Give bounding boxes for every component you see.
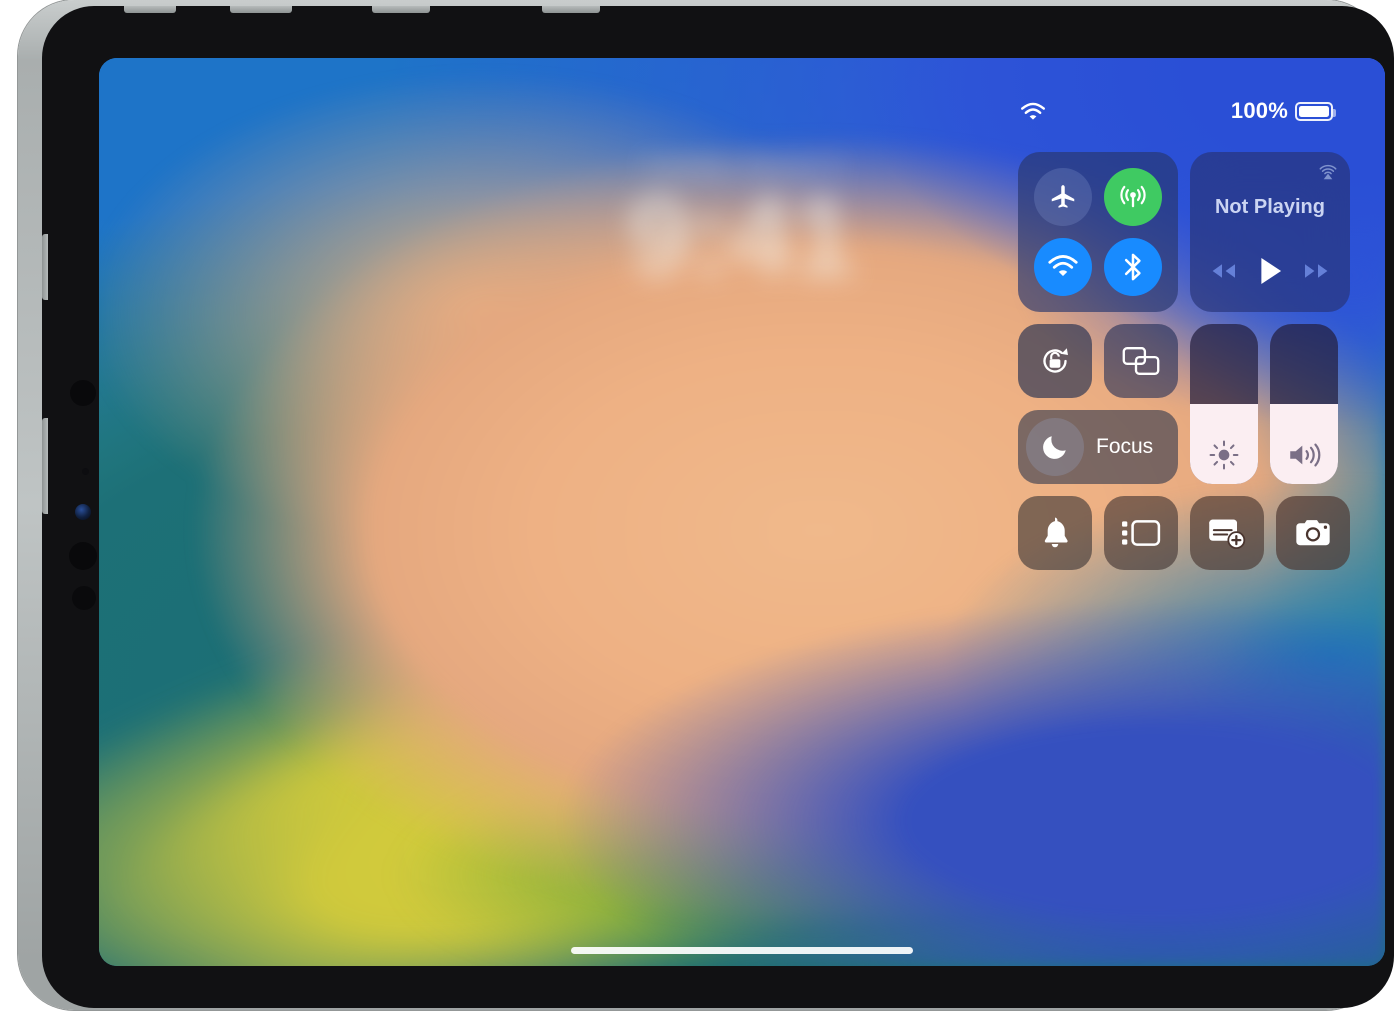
sensor-dot xyxy=(69,542,97,570)
airplane-icon xyxy=(1051,185,1075,208)
stage-manager-button[interactable] xyxy=(1104,496,1178,570)
volume-button[interactable] xyxy=(42,234,48,300)
front-camera-icon xyxy=(75,504,91,520)
screen-mirroring-button[interactable] xyxy=(1104,324,1178,398)
silent-mode-button[interactable] xyxy=(1018,496,1092,570)
utility-tile-row xyxy=(1018,324,1178,398)
airplay-icon[interactable] xyxy=(1317,161,1339,188)
control-center-row-2: Focus xyxy=(1018,324,1350,484)
ipad-device-frame: Tuesday, January 9 9:41 100% Not Playing… xyxy=(18,0,1394,1010)
rotation-lock-icon xyxy=(1043,348,1068,373)
cellular-antenna-icon xyxy=(1120,185,1146,208)
focus-toggle[interactable]: Focus xyxy=(1018,410,1178,484)
home-indicator[interactable] xyxy=(571,947,913,954)
rotation-lock-toggle[interactable] xyxy=(1018,324,1092,398)
top-edge-contact-b xyxy=(230,6,292,13)
media-title: Not Playing xyxy=(1214,196,1325,218)
rewind-button[interactable] xyxy=(1208,261,1238,286)
note-plus-icon xyxy=(1209,519,1246,549)
screen-mirroring-icon xyxy=(1122,347,1160,375)
volume-slider-fill xyxy=(1270,404,1338,484)
wifi-toggle[interactable] xyxy=(1034,238,1092,296)
connectivity-module[interactable] xyxy=(1018,152,1178,312)
volume-slider[interactable] xyxy=(1270,324,1338,484)
rewind-icon xyxy=(1212,264,1235,278)
focus-label: Focus xyxy=(1096,435,1154,458)
fast-forward-icon xyxy=(1305,264,1328,278)
airplane-mode-toggle[interactable] xyxy=(1034,168,1092,226)
sensor-dot xyxy=(72,586,96,610)
bell-icon xyxy=(1044,517,1068,548)
control-center-row-3 xyxy=(1018,496,1350,570)
focus-icon-container xyxy=(1026,418,1084,476)
fast-forward-button[interactable] xyxy=(1302,261,1332,286)
brightness-slider[interactable] xyxy=(1190,324,1258,484)
top-edge-contact-c xyxy=(372,6,430,13)
top-edge-contact-a xyxy=(124,6,176,13)
brightness-slider-fill xyxy=(1190,404,1258,484)
control-center[interactable]: Not Playing Focus xyxy=(1018,152,1350,582)
quick-note-button[interactable] xyxy=(1190,496,1264,570)
speaker-wave-icon xyxy=(1286,440,1322,475)
cellular-data-toggle[interactable] xyxy=(1104,168,1162,226)
wifi-icon xyxy=(1048,255,1078,276)
sensor-dot xyxy=(70,380,96,406)
ambient-sensor xyxy=(82,468,89,475)
power-button[interactable] xyxy=(42,418,48,514)
ipad-bezel: Tuesday, January 9 9:41 100% Not Playing… xyxy=(42,6,1394,1008)
media-controls xyxy=(1202,255,1338,298)
ipad-screen[interactable]: Tuesday, January 9 9:41 100% Not Playing… xyxy=(99,58,1385,966)
brightness-sun-icon xyxy=(1208,439,1240,476)
stage-manager-icon xyxy=(1122,520,1161,546)
play-button[interactable] xyxy=(1255,255,1285,292)
control-center-row-1: Not Playing xyxy=(1018,152,1350,312)
camera-icon xyxy=(1296,520,1330,546)
play-icon xyxy=(1261,257,1282,285)
top-edge-contact-d xyxy=(542,6,600,13)
moon-icon xyxy=(1043,436,1066,459)
media-playback-module[interactable]: Not Playing xyxy=(1190,152,1350,312)
left-tile-stack: Focus xyxy=(1018,324,1178,484)
bluetooth-icon xyxy=(1124,253,1141,281)
bluetooth-toggle[interactable] xyxy=(1104,238,1162,296)
camera-button[interactable] xyxy=(1276,496,1350,570)
